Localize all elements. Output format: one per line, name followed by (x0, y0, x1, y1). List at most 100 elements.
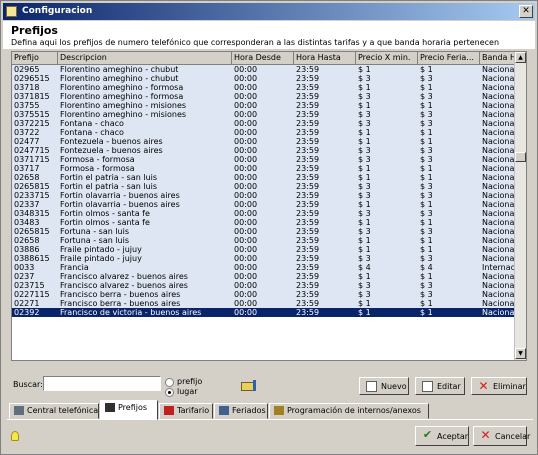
table-row[interactable]: 03722 Fontana - chaco 00:00 23:59 $ 1 $ 1 Naci… (12, 128, 517, 137)
aceptar-button[interactable]: ✔ Aceptar (415, 426, 469, 446)
table-cell: Fontezuela - buenos aires (60, 137, 163, 146)
table-cell: 23:59 (296, 173, 320, 182)
tab-programación[interactable]: Programación de internos/anexos (269, 403, 429, 419)
table-cell: 00:00 (234, 92, 258, 101)
table-cell: $ 1 (420, 308, 433, 317)
nuevo-button[interactable]: Nuevo (359, 377, 409, 395)
table-row[interactable]: 0372215 Fontana - chaco 00:00 23:59 $ 3 $ 3 Na… (12, 119, 517, 128)
table-row[interactable]: 0237 Francisco alvarez - buenos aires 00:0… (12, 272, 517, 281)
scroll-thumb[interactable] (515, 152, 526, 162)
table-cell: 02392 (14, 308, 40, 317)
eliminar-button[interactable]: ✕ Eliminar (471, 377, 527, 395)
table-cell: 00:00 (234, 227, 258, 236)
table-cell: 02658 (14, 236, 40, 245)
table-cell: Francisco alvarez - buenos aires (60, 272, 188, 281)
tab-prefijos[interactable]: Prefijos (100, 400, 158, 420)
table-cell: 00:00 (234, 299, 258, 308)
table-row[interactable]: 02392 Francisco de victoria - buenos aire… (12, 308, 517, 317)
table-cell: 03755 (14, 101, 40, 110)
table-cell: 23:59 (296, 92, 320, 101)
tab-central[interactable]: Central telefónica (9, 403, 99, 419)
table-cell: Fortin olmos - santa fe (60, 218, 150, 227)
table-row[interactable]: 0371815 Florentino ameghino - formosa 00:0… (12, 92, 517, 101)
table-row[interactable]: 023715 Francisco alvarez - buenos aires 00… (12, 281, 517, 290)
table-cell: $ 1 (420, 245, 433, 254)
table-row[interactable]: 0227115 Francisco berra - buenos aires 00:… (12, 290, 517, 299)
radio-prefijo[interactable] (165, 378, 174, 387)
table-row[interactable]: 03886 Fraile pintado - jujuy 00:00 23:59 $ 1… (12, 245, 517, 254)
table-cell: Fontezuela - buenos aires (60, 146, 163, 155)
table-cell: 23:59 (296, 137, 320, 146)
table-row[interactable]: 0348315 Fortin olmos - santa fe 00:00 23:59… (12, 209, 517, 218)
table-row[interactable]: 0247715 Fontezuela - buenos aires 00:00 23:… (12, 146, 517, 155)
table-row[interactable]: 0375515 Florentino ameghino - misiones 00:… (12, 110, 517, 119)
column-header[interactable]: Precio Feria... (418, 52, 480, 65)
prefix-table[interactable]: Prefijo Descripcion Hora Desde Hora Hasta Pr… (11, 51, 527, 361)
tab-strip: Central telefónica Prefijos Tarifario Feria… (7, 400, 533, 420)
nuevo-label: Nuevo (381, 382, 407, 391)
book-icon (164, 406, 174, 415)
table-cell: 23:59 (296, 191, 320, 200)
eliminar-label: Eliminar (493, 382, 526, 391)
table-cell: $ 3 (358, 182, 371, 191)
table-row[interactable]: 02271 Francisco berra - buenos aires 00:00… (12, 299, 517, 308)
table-cell: $ 1 (358, 236, 371, 245)
table-row[interactable]: 0388615 Fraile pintado - jujuy 00:00 23:59 $… (12, 254, 517, 263)
table-row[interactable]: 0265815 Fortin el patria - san luis 00:00 2… (12, 182, 517, 191)
table-row[interactable]: 02965 Florentino ameghino - chubut 00:00 23… (12, 65, 517, 74)
radio-prefijo-label: prefijo (177, 377, 203, 386)
title-bar[interactable]: Configuracion ✕ (3, 3, 535, 20)
table-cell: 0372215 (14, 119, 50, 128)
table-cell: Formosa - formosa (60, 155, 135, 164)
table-cell: 23:59 (296, 272, 320, 281)
config-window: Configuracion ✕ Prefijos Defina aqui los… (0, 0, 538, 455)
table-cell: 23:59 (296, 83, 320, 92)
column-header[interactable]: Hora Desde (232, 52, 294, 65)
table-row[interactable]: 0033 Francia 00:00 23:59 $ 4 $ 4 Internaci (12, 263, 517, 272)
table-cell: $ 1 (358, 83, 371, 92)
table-row[interactable]: 02658 Fortin el patria - san luis 00:00 23:… (12, 173, 517, 182)
tab-tarifario[interactable]: Tarifario (159, 403, 213, 419)
vertical-scrollbar[interactable]: ▲ ▼ (514, 52, 526, 360)
table-cell: 03717 (14, 164, 40, 173)
table-cell: Florentino ameghino - misiones (60, 110, 187, 119)
table-row[interactable]: 0265815 Fortuna - san luis 00:00 23:59 $ 3 $ … (12, 227, 517, 236)
scroll-up-arrow-icon[interactable]: ▲ (515, 52, 526, 63)
table-cell: $ 1 (358, 128, 371, 137)
table-row[interactable]: 03755 Florentino ameghino - misiones 00:00… (12, 101, 517, 110)
column-header[interactable]: Prefijo (12, 52, 58, 65)
editar-button[interactable]: Editar (415, 377, 465, 395)
search-input[interactable] (43, 376, 161, 391)
table-row[interactable]: 0371715 Formosa - formosa 00:00 23:59 $ 3 $ 3… (12, 155, 517, 164)
scroll-down-arrow-icon[interactable]: ▼ (515, 348, 526, 359)
table-cell: 00:00 (234, 173, 258, 182)
table-cell: $ 3 (420, 110, 433, 119)
table-row[interactable]: 02477 Fontezuela - buenos aires 00:00 23:59… (12, 137, 517, 146)
table-cell: $ 1 (358, 308, 371, 317)
table-cell: $ 1 (420, 128, 433, 137)
table-cell: 03722 (14, 128, 40, 137)
column-header[interactable]: Descripcion (58, 52, 232, 65)
lightbulb-icon (11, 431, 19, 441)
table-row[interactable]: 0233715 Fortin olavarria - buenos aires 00… (12, 191, 517, 200)
column-header[interactable]: Precio X min. (356, 52, 418, 65)
column-header[interactable]: Hora Hasta (294, 52, 356, 65)
table-row[interactable]: 03483 Fortin olmos - santa fe 00:00 23:59 $ … (12, 218, 517, 227)
table-row[interactable]: 03717 Formosa - formosa 00:00 23:59 $ 1 $ 1 Na… (12, 164, 517, 173)
table-row[interactable]: 02658 Fortuna - san luis 00:00 23:59 $ 1 $ 1N… (12, 236, 517, 245)
checkmark-icon: ✔ (422, 428, 433, 441)
radio-lugar[interactable] (165, 388, 174, 397)
close-button[interactable]: ✕ (519, 5, 533, 18)
table-row[interactable]: 02337 Fortin olavarria - buenos aires 00:0… (12, 200, 517, 209)
table-cell: $ 3 (420, 227, 433, 236)
table-cell: Fortin el patria - san luis (60, 173, 158, 182)
cancelar-button[interactable]: ✕ Cancelar (473, 426, 530, 446)
tab-feriados[interactable]: Feriados (214, 403, 268, 419)
table-row[interactable]: 0296515 Florentino ameghino - chubut 00:00… (12, 74, 517, 83)
table-cell: 0033 (14, 263, 35, 272)
table-cell: 23:59 (296, 101, 320, 110)
tab-label: Tarifario (177, 406, 210, 415)
table-row[interactable]: 03718 Florentino ameghino - formosa 00:00 2… (12, 83, 517, 92)
search-tool-icon[interactable] (239, 377, 259, 393)
table-cell: Fraile pintado - jujuy (60, 245, 142, 254)
